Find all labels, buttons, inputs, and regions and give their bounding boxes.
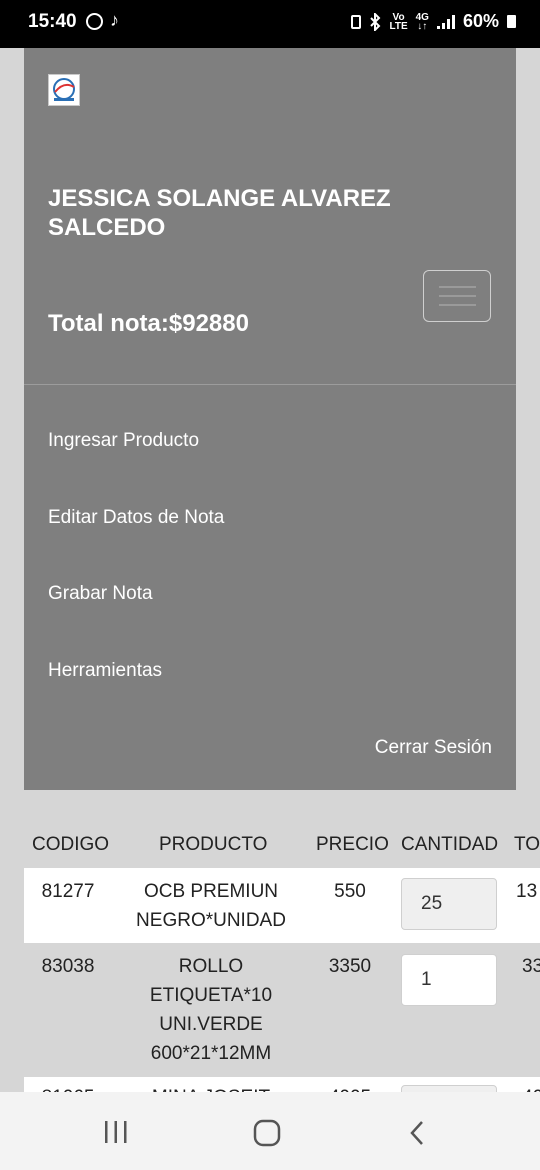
battery-saver-icon (351, 14, 362, 29)
home-icon[interactable] (253, 1119, 281, 1147)
network-4g-icon: 4G ↓↑ (415, 11, 429, 32)
column-header-producto: PRODUCTO (159, 834, 268, 855)
system-nav-bar (0, 1092, 540, 1170)
status-time: 15:40 (28, 11, 77, 32)
status-icons: Vo LTE 4G ↓↑ 60% (351, 11, 516, 32)
cell-precio: 550 (334, 881, 366, 902)
nav-menu-panel: JESSICA SOLANGE ALVAREZ SALCEDO Total no… (24, 48, 516, 790)
status-bar: 15:40 ♪ Vo LTE 4G ↓↑ 60% (0, 0, 540, 48)
cell-total: 33 (522, 956, 540, 977)
tiktok-icon: ♪ (110, 10, 119, 30)
cell-producto: OCB PREMIUN NEGRO*UNIDAD (136, 881, 286, 931)
cell-codigo: 81277 (41, 881, 95, 902)
quantity-input[interactable]: 1 (401, 954, 497, 1006)
cell-producto: ROLLO ETIQUETA*10 UNI.VERDE 600*21*12MM (149, 956, 273, 1064)
battery-icon (507, 15, 516, 28)
column-header-cantidad: CANTIDAD (401, 834, 499, 855)
column-header-total: TO (514, 834, 540, 855)
recent-apps-icon[interactable] (102, 1120, 130, 1144)
column-header-codigo: CODIGO (32, 834, 110, 855)
table-row[interactable]: 83038 ROLLO ETIQUETA*10 UNI.VERDE 600*21… (24, 944, 540, 1076)
menu-toggle-button[interactable] (423, 270, 491, 322)
volte-icon: Vo LTE (389, 11, 408, 32)
menu-divider (24, 384, 516, 385)
logout-link[interactable]: Cerrar Sesión (375, 737, 492, 759)
signal-icon (436, 14, 455, 29)
table-row[interactable]: 81277 OCB PREMIUN NEGRO*UNIDAD 550 25 13 (24, 868, 540, 943)
bluetooth-icon (370, 12, 381, 31)
cell-precio: 3350 (328, 956, 372, 977)
whatsapp-icon (86, 13, 103, 30)
back-icon[interactable] (406, 1120, 430, 1146)
menu-item-editar-datos[interactable]: Editar Datos de Nota (48, 507, 224, 529)
quantity-input[interactable]: 25 (401, 878, 497, 930)
cell-total: 13 (516, 881, 538, 902)
cell-codigo: 83038 (41, 956, 95, 977)
company-logo[interactable] (48, 74, 80, 106)
menu-item-grabar-nota[interactable]: Grabar Nota (48, 583, 153, 605)
menu-item-herramientas[interactable]: Herramientas (48, 660, 162, 682)
client-name: JESSICA SOLANGE ALVAREZ SALCEDO (48, 185, 391, 241)
menu-item-ingresar-producto[interactable]: Ingresar Producto (48, 430, 199, 452)
battery-percent: 60% (462, 11, 499, 31)
column-header-precio: PRECIO (316, 834, 389, 855)
note-total: Total nota:$92880 (48, 310, 249, 337)
